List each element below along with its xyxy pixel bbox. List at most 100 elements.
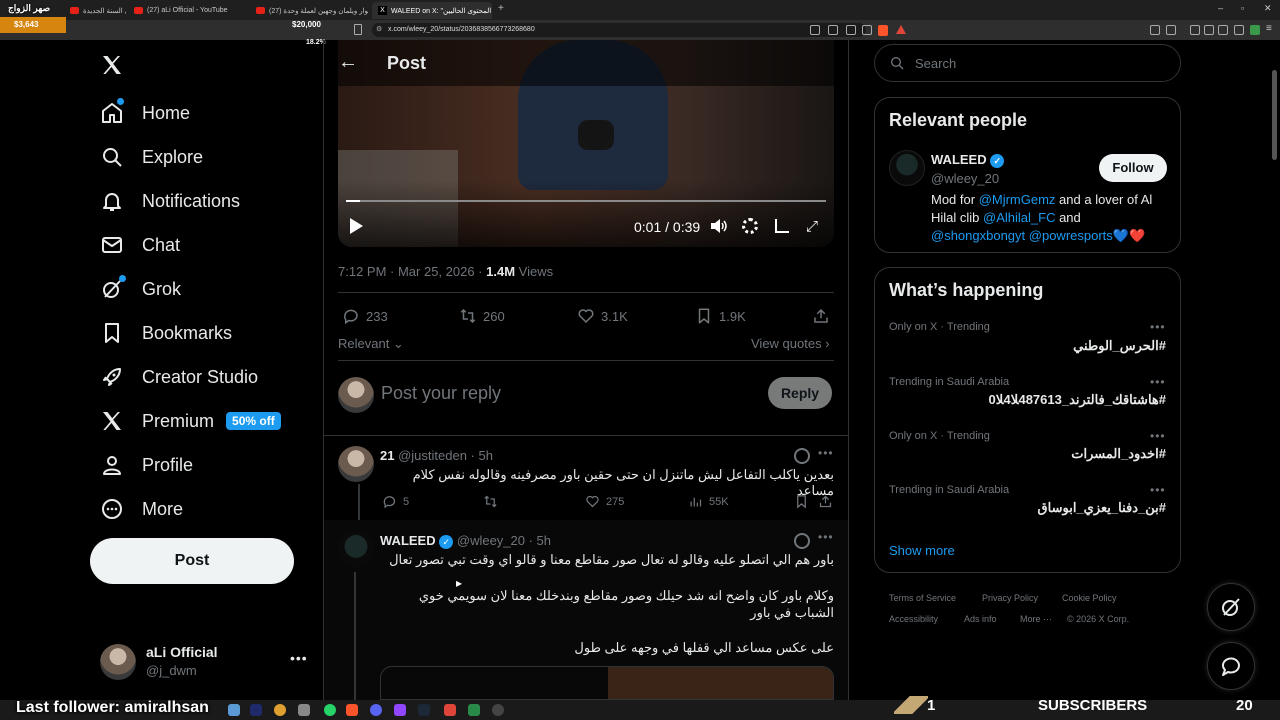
profile-name-row[interactable]: WALEED ✓ xyxy=(931,152,1005,168)
repost-action[interactable] xyxy=(483,494,498,509)
more-options-icon[interactable]: ••• xyxy=(1150,375,1166,389)
play-icon[interactable] xyxy=(350,218,363,234)
reply-tweet[interactable]: 21 @justiteden · 5h ••• بعدين ياكلب التف… xyxy=(324,436,848,520)
reply-input[interactable]: Post your reply xyxy=(381,383,501,404)
brave-icon[interactable] xyxy=(346,704,358,716)
bookmark-page-icon[interactable] xyxy=(354,24,362,35)
sort-dropdown[interactable]: Relevant ⌄ xyxy=(338,336,404,352)
nav-premium[interactable]: Premium 50% off xyxy=(100,403,281,439)
repost-action[interactable]: 260 xyxy=(459,307,505,325)
post-button[interactable]: Post xyxy=(90,538,294,584)
bookmark-action[interactable] xyxy=(794,494,809,509)
extensions-icon[interactable] xyxy=(1150,25,1160,35)
x-logo-icon[interactable] xyxy=(100,53,124,82)
brave-shield-icon[interactable] xyxy=(878,25,888,36)
account-switcher[interactable]: aLi Official @j_dwm ••• xyxy=(90,636,314,686)
nav-explore[interactable]: Explore xyxy=(100,139,203,175)
trend-name[interactable]: #بن_دفنا_يعزي_ابوساق xyxy=(1038,500,1166,516)
footer-link[interactable]: Accessibility xyxy=(889,614,938,624)
trend-name[interactable]: #الحرس_الوطني xyxy=(1073,338,1166,354)
tab-search-icon[interactable] xyxy=(1218,25,1228,35)
wallet-icon[interactable] xyxy=(1166,25,1176,35)
bio-mention-link[interactable]: @shongxbongyt xyxy=(931,228,1025,243)
footer-link[interactable]: Terms of Service xyxy=(889,593,956,603)
site-info-icon[interactable]: ⚙ xyxy=(376,23,382,37)
toolbar-icon[interactable] xyxy=(810,25,820,35)
nav-more[interactable]: More xyxy=(100,491,183,527)
more-options-icon[interactable]: ••• xyxy=(818,530,834,544)
footer-link[interactable]: More ··· xyxy=(1020,614,1052,624)
views-action[interactable]: 55K xyxy=(688,494,729,509)
settings-gear-icon[interactable] xyxy=(742,218,758,234)
bio-mention-link[interactable]: @Alhilal_FC xyxy=(983,210,1055,225)
grok-fab-button[interactable] xyxy=(1207,583,1255,631)
browser-tab-active[interactable]: XWALEED on X: "المحتوى الحاليين✕ xyxy=(372,2,492,19)
picture-in-picture-icon[interactable] xyxy=(775,219,789,233)
share-action[interactable] xyxy=(818,494,833,509)
twitch-icon[interactable] xyxy=(394,704,406,716)
browser-tab[interactable]: (27) الحوار ويلمان وجهين لعملة وحدة xyxy=(250,2,368,19)
like-action[interactable]: 275 xyxy=(585,494,624,509)
zoom-icon[interactable] xyxy=(846,25,856,35)
vpn-icon[interactable] xyxy=(1250,25,1260,35)
search-input[interactable]: Search xyxy=(874,44,1181,82)
embedded-media[interactable] xyxy=(380,666,834,700)
steam-icon[interactable] xyxy=(418,704,430,716)
reply-button[interactable]: Reply xyxy=(768,377,832,409)
taskbar-app-icon[interactable] xyxy=(298,704,310,716)
bookmark-action[interactable]: 1.9K xyxy=(695,307,746,325)
page-scrollbar[interactable] xyxy=(1272,70,1277,160)
new-tab-button[interactable]: + xyxy=(498,3,504,14)
avatar[interactable] xyxy=(889,150,925,186)
like-action[interactable]: 3.1K xyxy=(577,307,628,325)
nav-home[interactable]: Home xyxy=(100,95,190,131)
close-window-button[interactable]: ✕ xyxy=(1264,3,1272,14)
trend-name[interactable]: #هاشتاقك_فالترند_487613ﻼ4ﻼ0 xyxy=(988,392,1166,408)
taskbar-app-icon[interactable] xyxy=(274,704,286,716)
taskbar-app-icon[interactable] xyxy=(228,704,240,716)
brave-rewards-icon[interactable] xyxy=(896,25,906,34)
whatsapp-icon[interactable] xyxy=(324,704,336,716)
footer-link[interactable]: Cookie Policy xyxy=(1062,593,1117,603)
nav-grok[interactable]: Grok xyxy=(100,271,181,307)
reply-author-handle[interactable]: @wleey_20 · 5h xyxy=(457,533,551,548)
bio-mention-link[interactable]: @MjrmGemz xyxy=(979,192,1056,207)
toolbar-icon[interactable] xyxy=(828,25,838,35)
url-input[interactable]: ⚙ x.com/wleey_20/status/2036838566773268… xyxy=(372,23,866,37)
reply-action[interactable]: 233 xyxy=(342,307,388,325)
more-options-icon[interactable]: ••• xyxy=(818,446,834,460)
fullscreen-icon[interactable]: ⤢ xyxy=(806,218,818,235)
nav-profile[interactable]: Profile xyxy=(100,447,193,483)
nav-chat[interactable]: Chat xyxy=(100,227,180,263)
show-more-link[interactable]: Show more xyxy=(889,543,955,558)
messages-fab-button[interactable] xyxy=(1207,642,1255,690)
footer-link[interactable]: Ads info xyxy=(964,614,997,624)
download-icon[interactable] xyxy=(1234,25,1244,35)
more-options-icon[interactable]: ••• xyxy=(1150,429,1166,443)
reply-action[interactable]: 5 xyxy=(382,494,409,509)
nav-notifications[interactable]: Notifications xyxy=(100,183,240,219)
share-icon[interactable] xyxy=(862,25,872,35)
trend-name[interactable]: #اخدود_المسرات xyxy=(1071,446,1166,462)
video-progress-track[interactable] xyxy=(346,200,826,202)
timestamp-text[interactable]: 7:12 PM · Mar 25, 2026 · xyxy=(338,264,486,279)
browser-tab[interactable]: (27) aLi Official - YouTube xyxy=(128,2,248,19)
sidebar-icon[interactable] xyxy=(1204,25,1214,35)
reply-author-name[interactable]: WALEED xyxy=(380,533,436,548)
back-arrow-icon[interactable]: ← xyxy=(338,51,358,74)
more-options-icon[interactable]: ••• xyxy=(290,650,308,666)
share-action[interactable] xyxy=(812,307,830,325)
reply-author-handle[interactable]: @justiteden · 5h xyxy=(398,448,493,463)
taskbar-app-icon[interactable] xyxy=(492,704,504,716)
taskbar-app-icon[interactable] xyxy=(468,704,480,716)
maximize-button[interactable]: ▫ xyxy=(1241,3,1244,13)
media-icon[interactable] xyxy=(1190,25,1200,35)
reply-tweet[interactable]: WALEED ✓ @wleey_20 · 5h ••• باور هم الي … xyxy=(324,520,848,700)
reply-author-name[interactable]: 21 xyxy=(380,448,394,463)
view-quotes-link[interactable]: View quotes › xyxy=(751,336,830,351)
nav-bookmarks[interactable]: Bookmarks xyxy=(100,315,232,351)
taskbar-app-icon[interactable] xyxy=(250,704,262,716)
taskbar-app-icon[interactable] xyxy=(444,704,456,716)
follow-button[interactable]: Follow xyxy=(1099,154,1167,182)
grok-icon[interactable] xyxy=(794,533,810,549)
